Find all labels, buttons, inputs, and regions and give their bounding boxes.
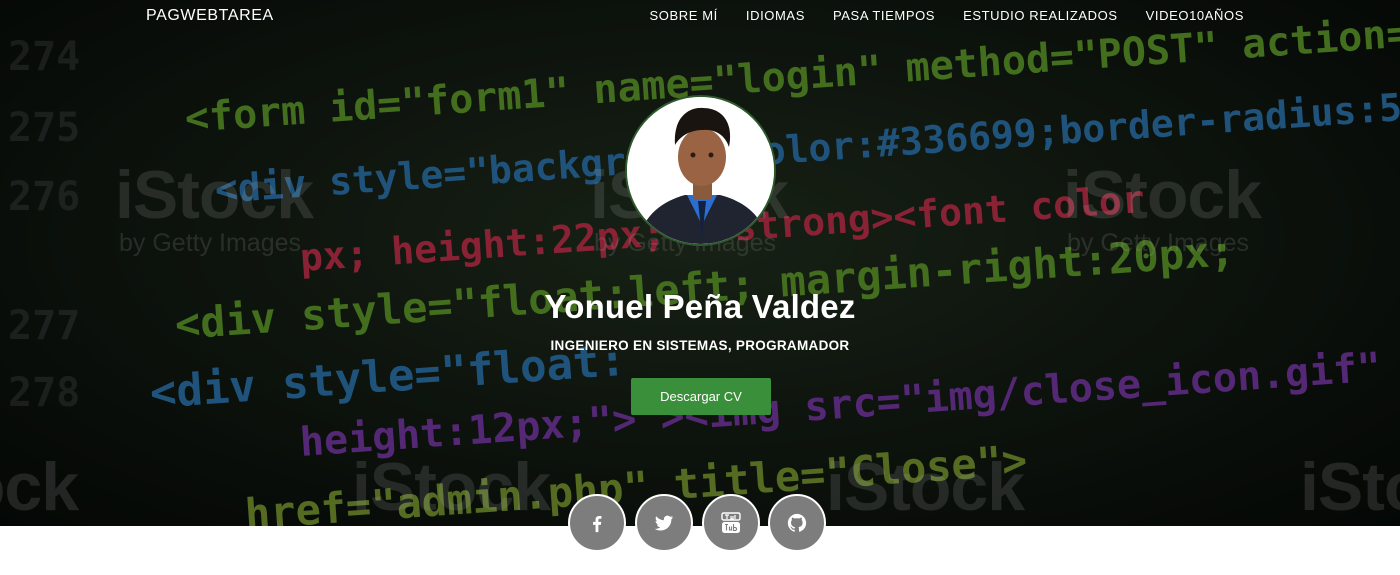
profile-subtitle: INGENIERO EN SISTEMAS, PROGRAMADOR [550, 338, 850, 353]
hero-section: 274 275 276 277 278 <form id="form1" nam… [0, 0, 1400, 526]
brand-link[interactable]: PAGWEBTAREA [146, 7, 274, 25]
youtube-icon [721, 512, 741, 533]
twitter-icon [654, 515, 674, 531]
profile-photo [625, 95, 776, 246]
nav-link-idiomas[interactable]: IDIOMAS [746, 8, 805, 23]
hero-overlay [0, 0, 1400, 526]
github-button[interactable] [768, 494, 826, 552]
youtube-button[interactable] [702, 494, 760, 552]
navbar: PAGWEBTAREA SOBRE MÍ IDIOMAS PASA TIEMPO… [0, 0, 1400, 34]
facebook-button[interactable] [568, 494, 626, 552]
nav-links: SOBRE MÍ IDIOMAS PASA TIEMPOS ESTUDIO RE… [650, 8, 1245, 23]
github-icon [787, 513, 807, 532]
nav-link-video10anos[interactable]: VIDEO10AÑOS [1146, 8, 1244, 23]
nav-link-pasa-tiempos[interactable]: PASA TIEMPOS [833, 8, 935, 23]
nav-link-sobre-mi[interactable]: SOBRE MÍ [650, 8, 718, 23]
profile-name: Yonuel Peña Valdez [544, 288, 856, 325]
twitter-button[interactable] [635, 494, 693, 552]
download-cv-button[interactable]: Descargar CV [631, 378, 771, 415]
nav-link-estudio-realizados[interactable]: ESTUDIO REALIZADOS [963, 8, 1118, 23]
facebook-icon [593, 515, 602, 533]
